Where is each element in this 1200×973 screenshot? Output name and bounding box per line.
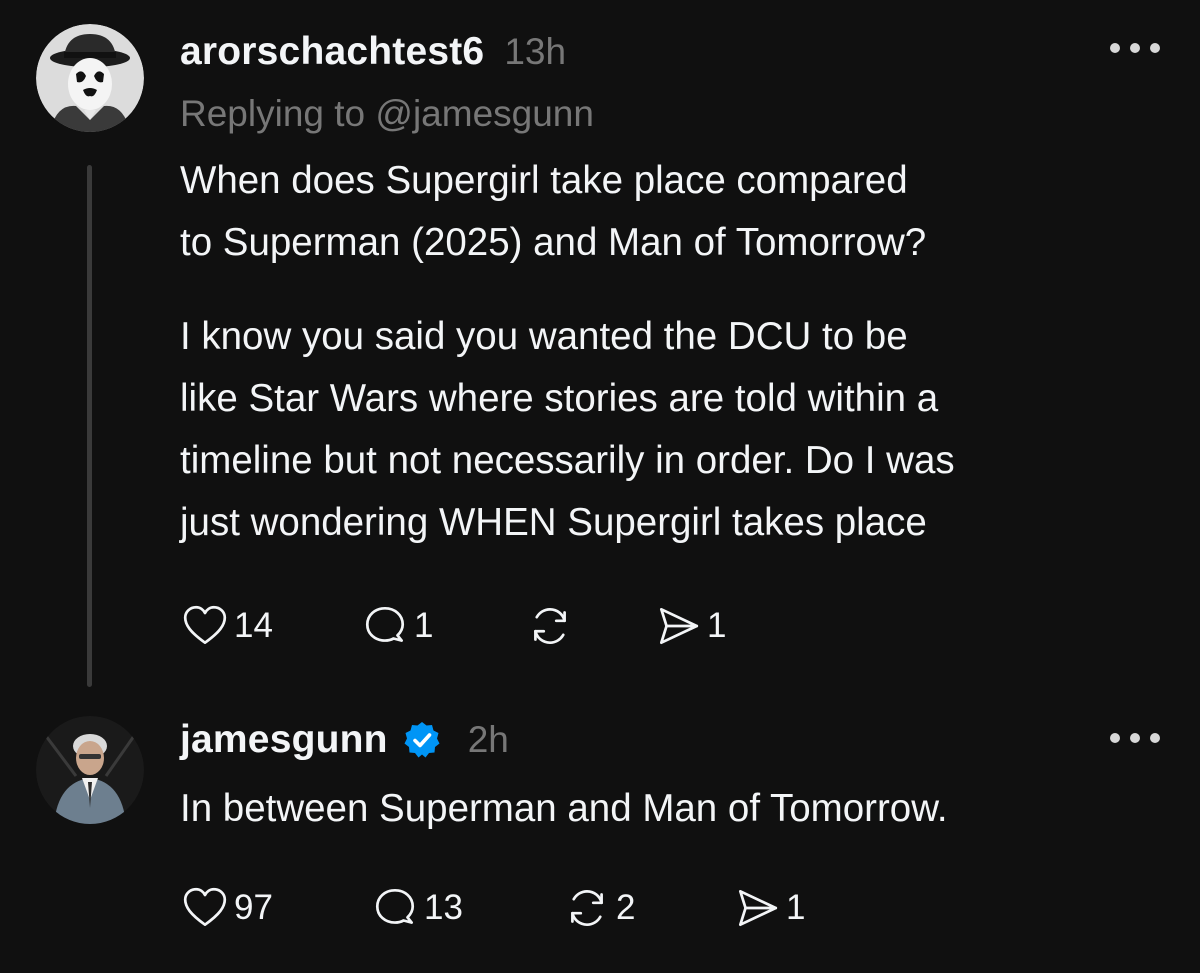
text-line: When does Supergirl take place compared (180, 159, 908, 202)
text-line: I know you said you wanted the DCU to be (180, 315, 908, 358)
more-options-icon[interactable] (1110, 42, 1160, 54)
share-count: 1 (707, 606, 727, 645)
heart-icon (183, 605, 227, 645)
verified-badge-icon (404, 722, 440, 758)
like-count: 14 (234, 606, 273, 645)
avatar[interactable] (36, 716, 144, 824)
text-line: timeline but not necessarily in order. D… (180, 439, 955, 482)
post-body: In between Superman and Man of Tomorrow. (180, 778, 948, 840)
share-count: 1 (786, 888, 806, 927)
post-header: jamesgunn 2h (180, 712, 509, 768)
paragraph: I know you said you wanted the DCU to be… (180, 306, 955, 554)
post-arorschachtest6: arorschachtest6 13h Replying to @jamesgu… (0, 0, 1200, 700)
thread-connector-line (87, 165, 92, 687)
text-line: to Superman (2025) and Man of Tomorrow? (180, 221, 927, 264)
avatar[interactable] (36, 24, 144, 132)
username[interactable]: arorschachtest6 (180, 30, 484, 74)
send-icon (738, 889, 778, 927)
share-button[interactable]: 1 (732, 883, 842, 933)
like-button[interactable]: 14 (180, 601, 360, 651)
timestamp: 13h (504, 31, 567, 72)
repost-button[interactable] (525, 601, 653, 651)
username[interactable]: jamesgunn (180, 718, 388, 762)
speech-bubble-icon (365, 606, 405, 642)
repost-count: 2 (616, 888, 636, 927)
speech-bubble-icon (375, 888, 415, 924)
post-body: When does Supergirl take place compared … (180, 150, 955, 554)
send-icon (659, 607, 699, 645)
like-button[interactable]: 97 (180, 883, 370, 933)
text-line: like Star Wars where stories are told wi… (180, 377, 939, 420)
reply-button[interactable]: 1 (360, 601, 525, 651)
timestamp: 2h (467, 719, 509, 760)
post-header: arorschachtest6 13h (180, 24, 566, 80)
reply-button[interactable]: 13 (370, 883, 562, 933)
action-bar: 14 1 1 (180, 598, 763, 654)
rorschach-avatar-icon (36, 24, 144, 132)
text-line: just wondering WHEN Supergirl takes plac… (180, 501, 927, 544)
thread-view: arorschachtest6 13h Replying to @jamesgu… (0, 0, 1200, 973)
reply-count: 13 (424, 888, 463, 927)
text-line: In between Superman and Man of Tomorrow. (180, 787, 948, 830)
profile-photo-avatar-icon (36, 716, 144, 824)
paragraph: In between Superman and Man of Tomorrow. (180, 778, 948, 840)
repost-arrows-icon (534, 607, 566, 645)
repost-arrows-icon (571, 889, 603, 927)
action-bar: 97 13 2 1 (180, 880, 842, 936)
reply-count: 1 (414, 606, 434, 645)
repost-button[interactable]: 2 (562, 883, 732, 933)
heart-icon (183, 887, 227, 927)
replying-to-label: Replying to @jamesgunn (180, 93, 594, 134)
share-button[interactable]: 1 (653, 601, 763, 651)
like-count: 97 (234, 888, 273, 927)
post-jamesgunn: jamesgunn 2h In between Superman and Man… (0, 700, 1200, 973)
more-options-icon[interactable] (1110, 732, 1160, 744)
paragraph: When does Supergirl take place compared … (180, 150, 955, 274)
